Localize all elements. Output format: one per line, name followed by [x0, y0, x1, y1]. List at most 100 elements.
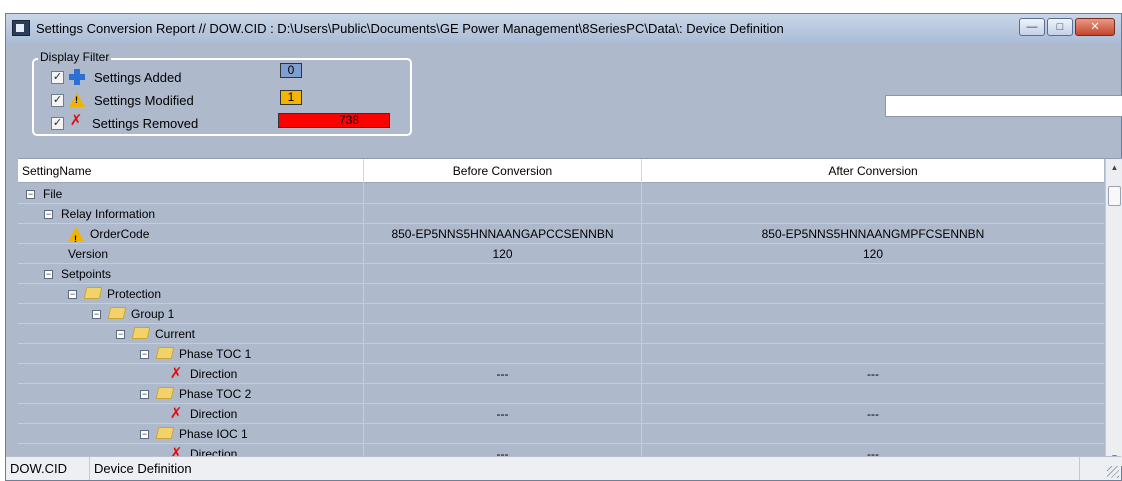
header-setting-name[interactable]: SettingName	[18, 159, 364, 183]
status-view: Device Definition	[90, 457, 1080, 480]
setting-name-cell: Version	[18, 244, 364, 264]
report-window: Settings Conversion Report // DOW.CID : …	[5, 13, 1122, 481]
setting-name-cell: − Phase TOC 1	[18, 344, 364, 364]
window-title: Settings Conversion Report // DOW.CID : …	[36, 21, 784, 36]
grid-rows: − File − Relay Information! OrderCode 850-EP5…	[18, 184, 1104, 464]
plus-icon	[68, 68, 86, 86]
tree-node[interactable]: − Phase IOC 1	[140, 424, 248, 444]
collapse-icon[interactable]: −	[26, 189, 35, 199]
collapse-icon[interactable]: −	[116, 329, 125, 339]
table-row[interactable]: ✗ Direction --- ---	[18, 364, 1104, 384]
setting-name-label: Direction	[190, 367, 238, 381]
table-row[interactable]: − File	[18, 184, 1104, 204]
tree-node[interactable]: Version	[68, 244, 108, 264]
setting-name-label: Version	[68, 247, 109, 261]
header-after-conversion[interactable]: After Conversion	[642, 159, 1104, 183]
setting-name-cell: − Relay Information	[18, 204, 364, 224]
table-row[interactable]: ✗ Direction --- ---	[18, 404, 1104, 424]
before-value-cell	[364, 204, 642, 224]
added-checkbox[interactable]: ✓	[51, 70, 64, 84]
tree-node[interactable]: − Phase TOC 2	[140, 384, 251, 404]
before-value-cell	[364, 384, 642, 404]
setting-name-cell: − File	[18, 184, 364, 204]
collapse-icon[interactable]: −	[68, 289, 77, 299]
close-icon: ✕	[1090, 20, 1100, 33]
before-value-cell: 120	[364, 244, 642, 264]
collapse-icon[interactable]: −	[92, 309, 101, 319]
added-label: Settings Added	[94, 69, 182, 85]
table-row[interactable]: − Protection	[18, 284, 1104, 304]
table-row[interactable]: − Phase TOC 1	[18, 344, 1104, 364]
modified-checkbox[interactable]: ✓	[51, 93, 64, 107]
tree-node[interactable]: − Relay Information	[44, 204, 155, 224]
tree-node[interactable]: ! OrderCode	[68, 224, 149, 244]
setting-name-cell: − Setpoints	[18, 264, 364, 284]
tree-node[interactable]: − File	[26, 184, 62, 204]
setting-name-label: Phase TOC 1	[179, 347, 252, 361]
table-row[interactable]: − Phase TOC 2	[18, 384, 1104, 404]
maximize-button[interactable]: □	[1047, 18, 1073, 36]
after-value-cell	[642, 384, 1104, 404]
setting-name-cell: ! OrderCode	[18, 224, 364, 244]
setting-name-cell: − Phase IOC 1	[18, 424, 364, 444]
resize-grip-icon[interactable]	[1107, 466, 1119, 478]
table-row[interactable]: Version 120 120	[18, 244, 1104, 264]
folder-icon	[107, 307, 127, 321]
setting-name-cell: − Phase TOC 2	[18, 384, 364, 404]
tree-node[interactable]: − Protection	[68, 284, 161, 304]
after-value-cell	[642, 344, 1104, 364]
search-input[interactable]	[885, 95, 1122, 117]
collapse-icon[interactable]: −	[140, 429, 149, 439]
tree-node[interactable]: − Group 1	[92, 304, 174, 324]
setting-name-label: Phase IOC 1	[179, 427, 248, 441]
collapse-icon[interactable]: −	[140, 389, 149, 399]
scroll-up-icon[interactable]: ▲	[1106, 159, 1122, 176]
before-value-cell: ---	[364, 404, 642, 424]
tree-node[interactable]: ✗ Direction	[168, 404, 238, 424]
tree-node[interactable]: − Current	[116, 324, 195, 344]
table-row[interactable]: ! OrderCode 850-EP5NNS5HNNAANGAPCCSENNBN 85…	[18, 224, 1104, 244]
setting-name-label: Current	[155, 327, 196, 341]
after-value-cell: ---	[867, 407, 879, 421]
setting-name-label: Direction	[190, 407, 238, 421]
table-row[interactable]: − Setpoints	[18, 264, 1104, 284]
setting-name-cell: − Current	[18, 324, 364, 344]
setting-name-label: Group 1	[131, 307, 175, 321]
tree-node[interactable]: ✗ Direction	[168, 364, 238, 384]
before-value-cell	[364, 264, 642, 284]
minimize-button[interactable]: —	[1019, 18, 1045, 36]
app-icon[interactable]	[12, 20, 30, 36]
folder-icon	[155, 387, 175, 401]
close-button[interactable]: ✕	[1075, 18, 1115, 36]
collapse-icon[interactable]: −	[44, 269, 53, 279]
after-value-cell	[642, 424, 1104, 444]
collapse-icon[interactable]: −	[140, 349, 149, 359]
removed-x-icon: ✗	[69, 112, 83, 129]
added-count-badge: 0	[280, 63, 302, 78]
removed-checkbox[interactable]: ✓	[51, 116, 64, 130]
title-bar[interactable]: Settings Conversion Report // DOW.CID : …	[6, 14, 1121, 44]
before-value-cell	[364, 304, 642, 324]
tree-node[interactable]: − Setpoints	[44, 264, 111, 284]
setting-name-label: Protection	[107, 287, 162, 301]
tree-node[interactable]: − Phase TOC 1	[140, 344, 251, 364]
table-row[interactable]: − Phase IOC 1	[18, 424, 1104, 444]
after-value-cell	[642, 324, 1104, 344]
table-row[interactable]: − Relay Information	[18, 204, 1104, 224]
after-value-cell: ---	[867, 367, 879, 381]
modified-label: Settings Modified	[94, 92, 194, 108]
header-before-conversion[interactable]: Before Conversion	[364, 159, 642, 183]
vertical-scrollbar[interactable]: ▲ ▼	[1105, 159, 1122, 466]
removed-count-badge: 738	[278, 113, 390, 128]
before-value-cell	[364, 324, 642, 344]
warning-icon: !	[68, 91, 86, 109]
before-value-cell	[364, 424, 642, 444]
after-value-cell	[642, 304, 1104, 324]
before-value-cell	[364, 344, 642, 364]
table-row[interactable]: − Group 1	[18, 304, 1104, 324]
folder-icon	[83, 287, 103, 301]
after-value-cell: 120	[862, 247, 884, 261]
table-row[interactable]: − Current	[18, 324, 1104, 344]
collapse-icon[interactable]: −	[44, 209, 53, 219]
scroll-thumb[interactable]	[1108, 186, 1121, 206]
